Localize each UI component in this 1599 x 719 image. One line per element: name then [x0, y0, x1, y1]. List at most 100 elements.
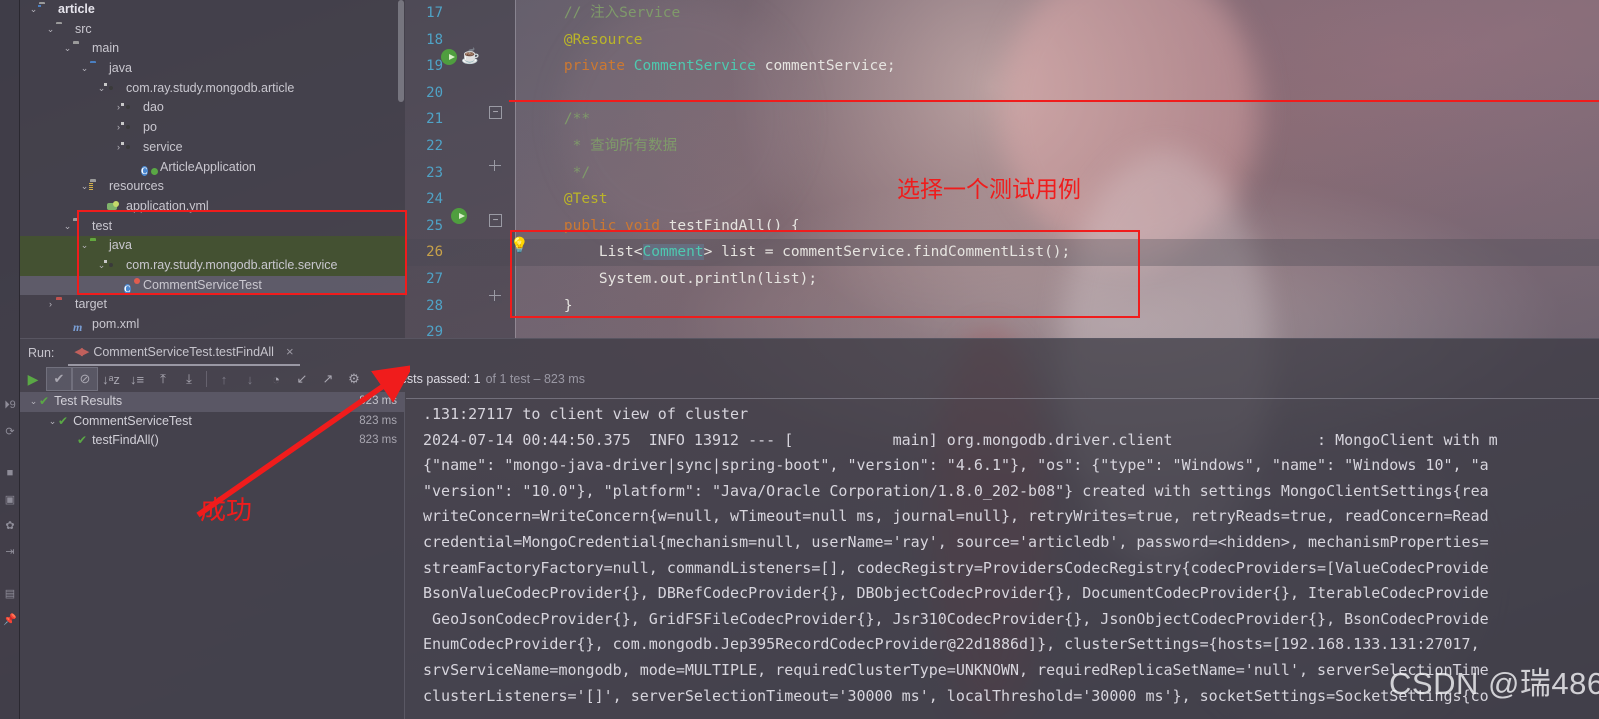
fold-end-28[interactable]	[489, 290, 502, 303]
chevron-down-icon[interactable]: ⌄	[47, 412, 58, 432]
collapse-all-icon[interactable]: ⤓	[176, 367, 202, 391]
tree-item-pom-xml[interactable]: ›mpom.xml	[20, 315, 405, 335]
test-status-bar: ✔ Tests passed: 1 of 1 test – 823 ms	[377, 371, 585, 388]
chevron-down-icon[interactable]: ⌄	[79, 59, 90, 79]
code-line[interactable]: 20	[405, 80, 1599, 107]
tests-detail-label: of 1 test – 823 ms	[485, 372, 585, 386]
project-tree-scrollbar[interactable]	[398, 0, 404, 102]
run-tab-commentservicetest[interactable]: ◀▶ CommentServiceTest.testFindAll ×	[68, 340, 300, 366]
sort-by-duration-icon[interactable]: ↓≡	[124, 367, 150, 391]
test-state-icon: ◀▶	[74, 346, 89, 358]
pin-icon[interactable]: 📌	[0, 606, 20, 632]
code-line[interactable]: 29	[405, 319, 1599, 338]
tree-item-com-ray-study-mongodb-article-service[interactable]: ⌄ com.ray.study.mongodb.article.service	[20, 255, 405, 276]
tree-item-articleapplication[interactable]: ›CArticleApplication	[20, 158, 405, 178]
code-text: */	[529, 160, 590, 187]
chevron-down-icon[interactable]: ⌄	[62, 217, 73, 237]
chevron-right-icon[interactable]: ›	[113, 98, 124, 118]
tree-item-service[interactable]: › service	[20, 138, 405, 158]
tree-item-application-yml[interactable]: ›application.yml	[20, 197, 405, 217]
tree-item-java[interactable]: ⌄ java	[20, 59, 405, 79]
tree-item-article[interactable]: ⌄ article	[20, 0, 405, 20]
import-tests-icon[interactable]: ↙	[289, 367, 315, 391]
fold-end-23[interactable]	[489, 160, 502, 173]
tree-item-main[interactable]: ⌄ main	[20, 39, 405, 59]
code-line[interactable]: 26 List<Comment> list = commentService.f…	[405, 239, 1599, 266]
console-line: .131:27117 to client view of cluster	[423, 405, 749, 423]
line-number: 20	[426, 84, 443, 101]
hide-ignored-icon[interactable]: ⊘	[72, 367, 98, 391]
code-line[interactable]: 21 /**	[405, 106, 1599, 133]
debug-icon[interactable]: ⏵9	[0, 392, 20, 418]
code-line[interactable]: 28 }	[405, 293, 1599, 320]
chevron-right-icon[interactable]: ›	[113, 118, 124, 138]
code-area[interactable]: 17 // 注入Service 18 @Resource 19 private Co…	[405, 0, 1599, 338]
chevron-right-icon[interactable]: ›	[45, 295, 56, 315]
chevron-down-icon[interactable]: ⌄	[96, 256, 107, 276]
expand-all-icon[interactable]: ⤒	[150, 367, 176, 391]
track-running-test-icon[interactable]: ◔	[263, 367, 289, 391]
settings-icon[interactable]: ⚙	[341, 367, 367, 391]
tree-item-label: service	[143, 139, 183, 154]
chevron-down-icon[interactable]: ⌄	[28, 0, 39, 20]
code-token: @Test	[529, 191, 608, 208]
chevron-down-icon[interactable]: ⌄	[62, 39, 73, 59]
camera-icon[interactable]: ▣	[0, 486, 20, 512]
tree-item-com-ray-study-mongodb-article[interactable]: ⌄ com.ray.study.mongodb.article	[20, 79, 405, 99]
code-line[interactable]: 22 * 查询所有数据	[405, 133, 1599, 160]
project-tree-panel[interactable]: ⌄ article ⌄ src ⌄ main ⌄ java ⌄ com.ray.study.mon…	[20, 0, 405, 338]
chevron-down-icon[interactable]: ⌄	[45, 20, 56, 40]
next-failed-icon[interactable]: ↓	[237, 367, 263, 391]
toolbar-divider	[206, 371, 207, 387]
fold-start-25[interactable]: −	[489, 214, 502, 227]
tree-item-resources[interactable]: ⌄ resources	[20, 177, 405, 197]
chevron-down-icon[interactable]: ⌄	[28, 392, 39, 412]
show-passed-icon[interactable]: ✔	[46, 367, 72, 391]
run-tool-window[interactable]: Run: ◀▶ CommentServiceTest.testFindAll ×…	[3, 338, 1599, 719]
tree-item-commentservicetest[interactable]: ›CCommentServiceTest	[20, 275, 405, 296]
export-icon[interactable]: ⇥	[0, 538, 20, 564]
rerun-icon[interactable]: ▶	[20, 367, 46, 391]
export-tests-icon[interactable]: ↗	[315, 367, 341, 391]
test-tree-row[interactable]: ⌄ ✔ CommentServiceTest 823 ms	[20, 412, 404, 432]
test-passed-icon: ✔	[39, 394, 50, 408]
test-results-tree[interactable]: ⌄ ✔ Test Results 823 ms ⌄ ✔ CommentServiceTest…	[20, 392, 405, 719]
previous-failed-icon[interactable]: ↑	[211, 367, 237, 391]
stop-icon[interactable]: ■	[0, 460, 20, 486]
tree-item-po[interactable]: › po	[20, 118, 405, 138]
tree-item-dao[interactable]: › dao	[20, 98, 405, 118]
tree-item-java[interactable]: ⌄ java	[20, 236, 405, 256]
code-line[interactable]: 27 System.out.println(list);	[405, 266, 1599, 293]
chevron-down-icon[interactable]: ⌄	[79, 236, 90, 256]
code-token: CommentService	[633, 58, 756, 75]
chevron-down-icon[interactable]: ⌄	[96, 79, 107, 99]
layout-icon[interactable]: ▤	[0, 580, 20, 606]
run-test-gutter-icon[interactable]	[451, 208, 467, 224]
code-line[interactable]: 18 @Resource	[405, 27, 1599, 54]
package-icon	[107, 82, 122, 95]
code-line[interactable]: 17 // 注入Service	[405, 0, 1599, 27]
tree-item-label: pom.xml	[92, 317, 140, 331]
settings-run-icon[interactable]: ✿	[0, 512, 20, 538]
test-tree-row[interactable]: ›✔testFindAll()823 ms	[20, 431, 404, 451]
sort-alphabetically-icon[interactable]: ↓ᵃz	[98, 367, 124, 391]
restart-icon[interactable]: ⟳	[0, 418, 20, 444]
run-class-gutter-icon[interactable]	[441, 49, 457, 65]
java-bean-gutter-icon[interactable]: ☕	[461, 49, 480, 65]
chevron-right-icon[interactable]: ›	[113, 138, 124, 158]
test-tree-row[interactable]: ⌄ ✔ Test Results 823 ms	[20, 392, 404, 412]
run-panel-mini-toolbar[interactable]: ⏵9 ⟳ ■ ▣ ✿ ⇥ ▤ 📌	[0, 392, 20, 719]
line-number: 17	[426, 5, 443, 21]
run-toolbar[interactable]: ▶ ✔ ⊘ ↓ᵃz ↓≡ ⤒ ⤓ ↑ ↓ ◔ ↙ ↗ ⚙ ✔ Tests pas…	[20, 366, 1599, 392]
code-editor[interactable]: 17 // 注入Service 18 @Resource 19 private Co…	[405, 0, 1599, 338]
close-icon[interactable]: ×	[286, 344, 294, 359]
tree-item-test[interactable]: ⌄ test	[20, 217, 405, 237]
code-line[interactable]: 25 public void testFindAll() {	[405, 213, 1599, 240]
tree-item-target[interactable]: › target	[20, 295, 405, 315]
tree-item-src[interactable]: ⌄ src	[20, 20, 405, 40]
intention-bulb-icon[interactable]: 💡	[510, 238, 529, 254]
run-tab-title: CommentServiceTest.testFindAll	[93, 344, 274, 359]
fold-start-21[interactable]: −	[489, 106, 502, 119]
code-line[interactable]: 19 private CommentService commentService…	[405, 53, 1599, 80]
